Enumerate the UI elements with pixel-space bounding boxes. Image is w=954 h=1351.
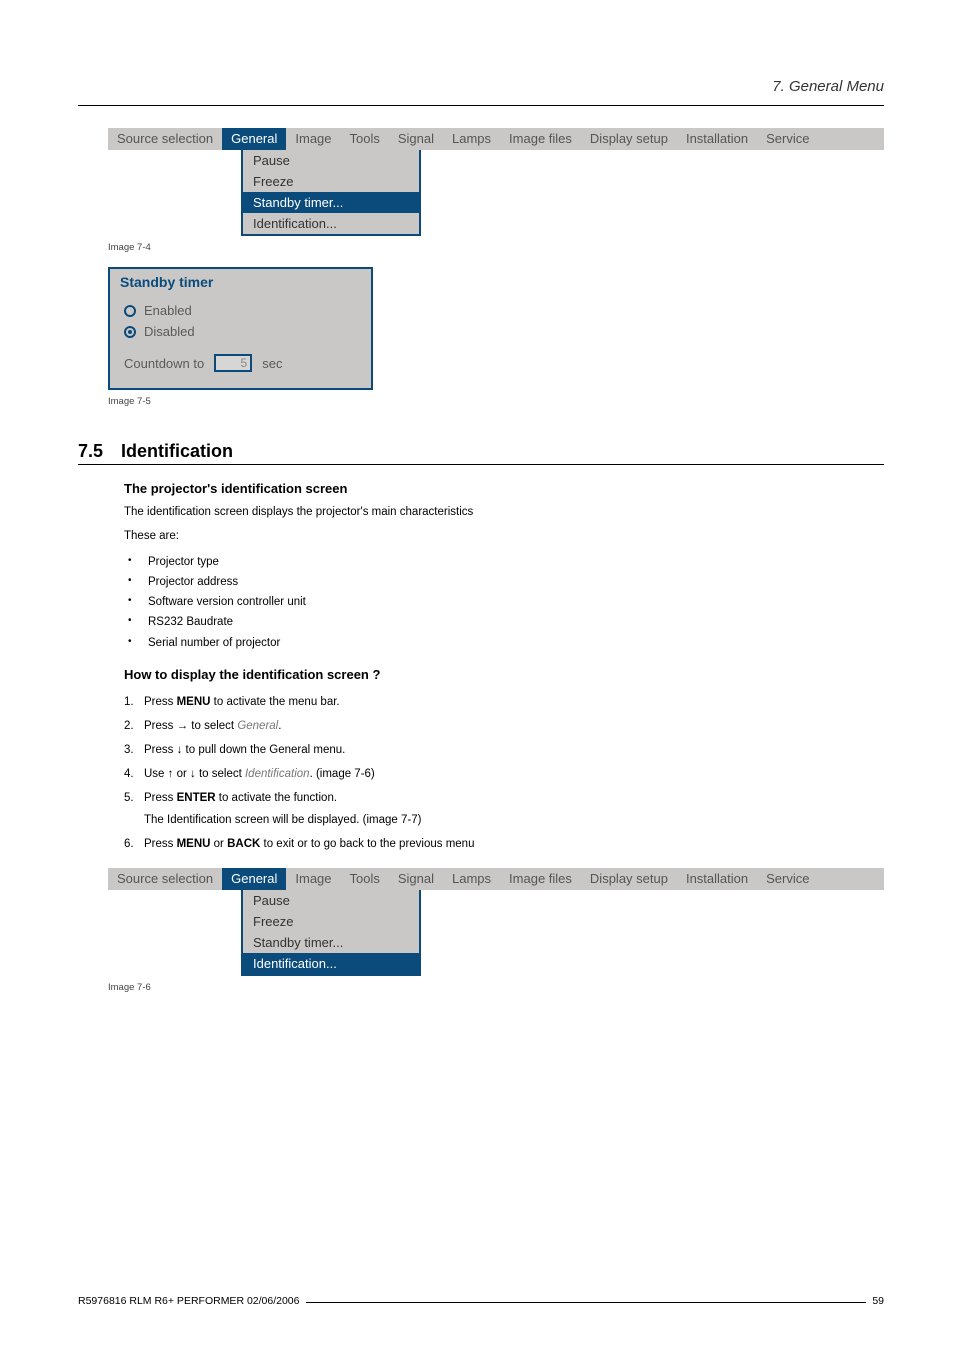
step-2: Press → to select General. (124, 714, 884, 738)
tab-lamps[interactable]: Lamps (443, 128, 500, 150)
ident-bullets: Projector type Projector address Softwar… (124, 552, 884, 652)
list-item: Projector type (124, 552, 884, 572)
step-3: Press ↓ to pull down the General menu. (124, 738, 884, 762)
subhead-howto: How to display the identification screen… (124, 667, 884, 682)
tab-display-setup[interactable]: Display setup (581, 128, 677, 150)
tab-source-selection[interactable]: Source selection (108, 868, 222, 890)
tab-general[interactable]: General (222, 868, 286, 890)
caption-7-4: Image 7-4 (108, 242, 884, 253)
tab-image[interactable]: Image (286, 128, 340, 150)
radio-enabled-label: Enabled (144, 303, 192, 318)
section-heading: 7.5 Identification (78, 441, 884, 462)
page-footer: R5976816 RLM R6+ PERFORMER 02/06/2006 59 (78, 1295, 884, 1307)
menubar-2: Source selection General Image Tools Sig… (108, 868, 884, 890)
radio-disabled-label: Disabled (144, 324, 195, 339)
menu-item-pause[interactable]: Pause (243, 150, 419, 171)
section-number: 7.5 (78, 441, 103, 462)
radio-enabled-row[interactable]: Enabled (124, 300, 357, 321)
tab-image-files[interactable]: Image files (500, 128, 581, 150)
radio-icon-selected (124, 326, 136, 338)
countdown-label: Countdown to (124, 356, 204, 371)
caption-7-6: Image 7-6 (108, 982, 884, 993)
countdown-input[interactable]: 5 (214, 354, 252, 372)
header-rule (78, 105, 884, 106)
chapter-title: 7. General Menu (78, 78, 884, 101)
screenshot-7-4: Source selection General Image Tools Sig… (108, 128, 884, 236)
ident-p1: The identification screen displays the p… (124, 504, 884, 520)
footer-left: R5976816 RLM R6+ PERFORMER 02/06/2006 (78, 1295, 300, 1307)
menu-item-freeze[interactable]: Freeze (243, 171, 419, 192)
tab-service[interactable]: Service (757, 868, 818, 890)
menu-item-identification[interactable]: Identification... (243, 953, 419, 974)
tab-image-files[interactable]: Image files (500, 868, 581, 890)
menu-item-freeze[interactable]: Freeze (243, 911, 419, 932)
section-rule (78, 464, 884, 465)
step-4: Use ↑ or ↓ to select Identification. (im… (124, 762, 884, 786)
step-6: Press MENU or BACK to exit or to go back… (124, 832, 884, 856)
tab-service[interactable]: Service (757, 128, 818, 150)
tab-display-setup[interactable]: Display setup (581, 868, 677, 890)
list-item: RS232 Baudrate (124, 612, 884, 632)
menu-item-standby-timer[interactable]: Standby timer... (243, 192, 419, 213)
tab-signal[interactable]: Signal (389, 868, 443, 890)
countdown-row: Countdown to 5 sec (124, 354, 357, 372)
menu-item-standby-timer[interactable]: Standby timer... (243, 932, 419, 953)
radio-disabled-row[interactable]: Disabled (124, 321, 357, 342)
section-title: Identification (121, 441, 233, 462)
list-item: Serial number of projector (124, 633, 884, 653)
tab-lamps[interactable]: Lamps (443, 868, 500, 890)
subhead-ident-screen: The projector's identification screen (124, 481, 884, 496)
howto-steps: Press MENU to activate the menu bar. Pre… (124, 690, 884, 857)
menubar: Source selection General Image Tools Sig… (108, 128, 884, 150)
general-dropdown-2: Pause Freeze Standby timer... Identifica… (241, 890, 421, 976)
caption-7-5: Image 7-5 (108, 396, 884, 407)
footer-page-number: 59 (872, 1295, 884, 1307)
tab-general[interactable]: General (222, 128, 286, 150)
dialog-title: Standby timer (110, 269, 371, 298)
radio-icon (124, 305, 136, 317)
standby-timer-dialog: Standby timer Enabled Disabled Countdown… (108, 267, 373, 390)
tab-installation[interactable]: Installation (677, 868, 757, 890)
footer-rule (306, 1302, 867, 1303)
step-1: Press MENU to activate the menu bar. (124, 690, 884, 714)
list-item: Software version controller unit (124, 592, 884, 612)
step-5: Press ENTER to activate the function.The… (124, 786, 884, 832)
ident-p2: These are: (124, 528, 884, 544)
tab-image[interactable]: Image (286, 868, 340, 890)
tab-installation[interactable]: Installation (677, 128, 757, 150)
general-dropdown: Pause Freeze Standby timer... Identifica… (241, 150, 421, 236)
tab-tools[interactable]: Tools (341, 868, 389, 890)
menu-item-identification[interactable]: Identification... (243, 213, 419, 234)
tab-tools[interactable]: Tools (341, 128, 389, 150)
section-body: The projector's identification screen Th… (124, 481, 884, 856)
menu-item-pause[interactable]: Pause (243, 890, 419, 911)
screenshot-7-6: Source selection General Image Tools Sig… (108, 868, 884, 976)
tab-source-selection[interactable]: Source selection (108, 128, 222, 150)
tab-signal[interactable]: Signal (389, 128, 443, 150)
list-item: Projector address (124, 572, 884, 592)
countdown-unit: sec (262, 356, 282, 371)
